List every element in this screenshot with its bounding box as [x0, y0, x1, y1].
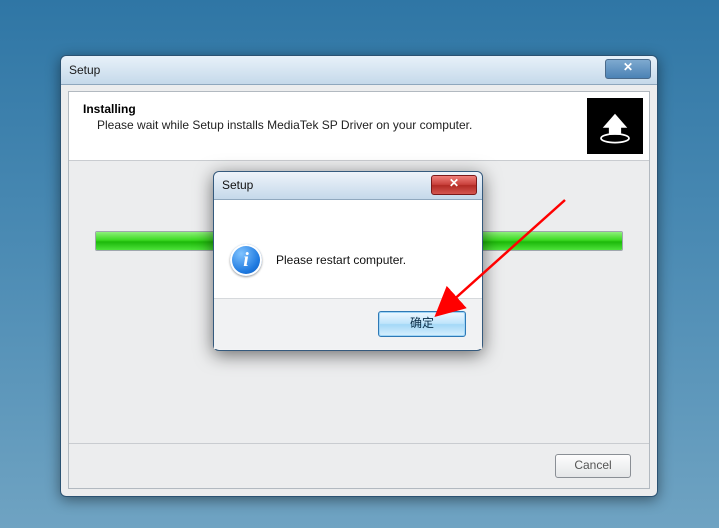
info-icon: i	[230, 244, 262, 276]
brand-icon	[587, 98, 643, 154]
installer-title: Setup	[69, 63, 100, 77]
dialog-message: Please restart computer.	[276, 253, 406, 267]
dialog-title: Setup	[222, 178, 253, 192]
installer-titlebar: Setup ✕	[61, 56, 657, 85]
dialog-close-button[interactable]: ✕	[431, 175, 477, 195]
header-title: Installing	[83, 102, 635, 116]
dialog-footer: 确定	[214, 298, 482, 349]
restart-dialog: Setup ✕ i Please restart computer. 确定	[213, 171, 483, 351]
cancel-button[interactable]: Cancel	[555, 454, 631, 478]
header-subtitle: Please wait while Setup installs MediaTe…	[97, 118, 635, 132]
close-icon: ✕	[623, 60, 633, 74]
installer-footer: Cancel	[69, 443, 649, 488]
installer-close-button[interactable]: ✕	[605, 59, 651, 79]
dialog-body: i Please restart computer.	[214, 200, 482, 298]
dialog-titlebar: Setup ✕	[214, 172, 482, 200]
ok-button[interactable]: 确定	[378, 311, 466, 337]
installer-header: Installing Please wait while Setup insta…	[69, 92, 649, 161]
close-icon: ✕	[449, 176, 459, 190]
